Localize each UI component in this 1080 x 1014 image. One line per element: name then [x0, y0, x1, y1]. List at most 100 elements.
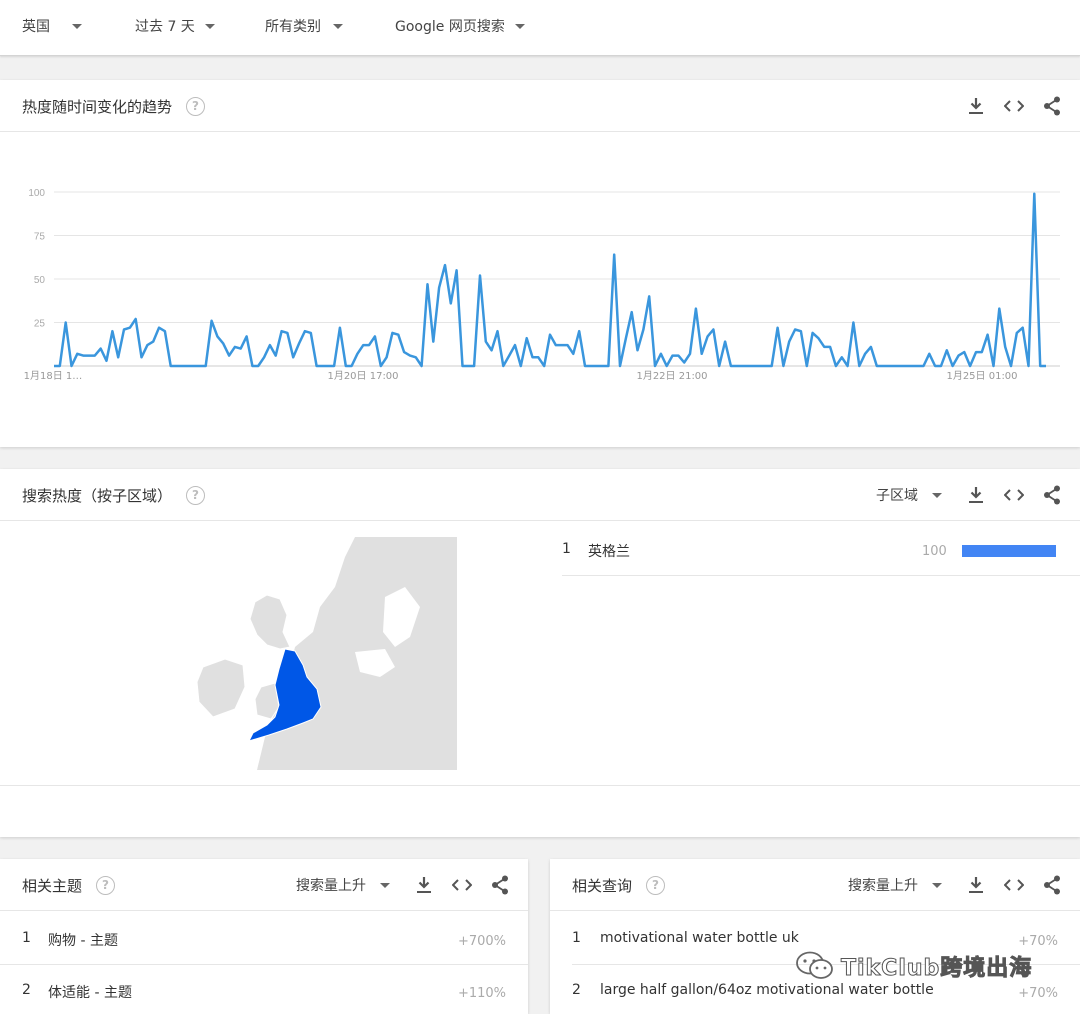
- code-icon: [1004, 100, 1024, 112]
- x-tick-label: 1月20日 17:00: [327, 370, 398, 382]
- region-value-bar: [962, 545, 1056, 557]
- time-filter-label: 过去 7 天: [135, 19, 195, 35]
- x-tick-label: 1月25日 01:00: [946, 370, 1017, 382]
- list-item[interactable]: 1 购物 - 主题 +700%: [22, 930, 506, 950]
- embed-button[interactable]: [1004, 875, 1024, 895]
- caret-down-icon: [204, 23, 215, 29]
- share-icon: [492, 875, 508, 895]
- download-icon: [417, 877, 431, 893]
- topic-name: 购物 - 主题: [48, 933, 118, 949]
- code-icon: [1004, 879, 1024, 891]
- divider: [0, 785, 1080, 786]
- divider: [562, 575, 1080, 576]
- share-button[interactable]: [1042, 96, 1062, 116]
- interest-over-time-title: 热度随时间变化的趋势: [22, 97, 173, 116]
- caret-down-icon: [333, 23, 343, 29]
- embed-button[interactable]: [1004, 96, 1024, 116]
- subregion-map: [196, 537, 457, 770]
- region-filter-label: 英国: [22, 19, 50, 35]
- wechat-icon: [796, 951, 833, 979]
- download-button[interactable]: [414, 875, 434, 895]
- ireland-region: [196, 658, 246, 718]
- x-tick-labels: 1月18日 1… 1月20日 17:00 1月22日 21:00 1月25日 01:0…: [24, 370, 1018, 382]
- share-icon: [1044, 875, 1060, 895]
- category-filter[interactable]: 所有类别: [265, 0, 343, 52]
- share-icon: [1044, 485, 1060, 505]
- related-queries-select[interactable]: 搜索量上升: [848, 875, 942, 895]
- rank-number: 1: [562, 541, 571, 557]
- help-icon[interactable]: ?: [186, 485, 206, 505]
- rank-number: 1: [22, 930, 31, 946]
- query-change: +70%: [1018, 986, 1058, 1001]
- list-item[interactable]: 2 large half gallon/64oz motivational wa…: [572, 982, 1058, 1002]
- topic-name: 体适能 - 主题: [48, 985, 132, 1001]
- related-topics-title: 相关主题: [22, 876, 83, 895]
- subregion-select-label: 子区域: [876, 488, 918, 504]
- caret-down-icon: [514, 23, 525, 29]
- search-type-filter[interactable]: Google 网页搜索: [395, 0, 525, 52]
- card-title: 搜索热度（按子区域） ?: [22, 469, 206, 521]
- download-icon: [969, 98, 983, 114]
- share-button[interactable]: [1042, 875, 1062, 895]
- card-header: 热度随时间变化的趋势 ?: [0, 80, 1080, 132]
- download-icon: [969, 487, 983, 503]
- series-line: [54, 192, 1046, 368]
- subregion-card: 搜索热度（按子区域） ? 子区域 1 英格兰 100: [0, 469, 1080, 837]
- divider: [0, 964, 528, 965]
- region-value: 100: [922, 544, 947, 559]
- related-queries-card: 相关查询 ? 搜索量上升 1 motivational water bottle…: [550, 859, 1080, 1014]
- grid-lines: [54, 191, 1060, 367]
- time-filter[interactable]: 过去 7 天: [135, 0, 215, 52]
- x-tick-label: 1月22日 21:00: [636, 370, 707, 382]
- card-tools: 搜索量上升: [296, 859, 510, 911]
- related-queries-title: 相关查询: [572, 876, 633, 895]
- code-icon: [452, 879, 472, 891]
- list-item[interactable]: 1 motivational water bottle uk +70%: [572, 930, 1058, 950]
- card-header: 相关查询 ? 搜索量上升: [550, 859, 1080, 911]
- caret-down-icon: [72, 23, 82, 29]
- card-tools: [966, 80, 1062, 132]
- filter-bar: 英国 过去 7 天 所有类别 Google 网页搜索: [0, 0, 1080, 56]
- y-tick-label: 25: [34, 319, 46, 330]
- related-topics-select[interactable]: 搜索量上升: [296, 875, 390, 895]
- y-tick-label: 100: [28, 188, 45, 199]
- topic-change: +700%: [457, 934, 506, 949]
- card-tools: 子区域: [876, 469, 1062, 521]
- share-button[interactable]: [1042, 485, 1062, 505]
- card-header: 搜索热度（按子区域） ? 子区域: [0, 469, 1080, 521]
- topic-change: +110%: [457, 986, 506, 1001]
- embed-button[interactable]: [1004, 485, 1024, 505]
- share-button[interactable]: [490, 875, 510, 895]
- help-icon[interactable]: ?: [96, 875, 116, 895]
- card-title: 相关主题 ?: [22, 859, 116, 911]
- related-queries-select-label: 搜索量上升: [848, 878, 918, 894]
- watermark: TikClub跨境出海: [795, 950, 1032, 982]
- download-button[interactable]: [966, 96, 986, 116]
- x-tick-label: 1月18日 1…: [24, 370, 83, 382]
- query-text: large half gallon/64oz motivational wate…: [600, 982, 934, 998]
- help-icon[interactable]: ?: [646, 875, 666, 895]
- list-item[interactable]: 2 体适能 - 主题 +110%: [22, 982, 506, 1002]
- caret-down-icon: [932, 492, 942, 498]
- download-button[interactable]: [966, 485, 986, 505]
- card-tools: 搜索量上升: [848, 859, 1062, 911]
- query-change: +70%: [1018, 934, 1058, 949]
- related-topics-card: 相关主题 ? 搜索量上升 1 购物 - 主题 +700% 2 体适能 - 主题: [0, 859, 528, 1014]
- caret-down-icon: [380, 882, 390, 888]
- caret-down-icon: [932, 882, 942, 888]
- subregion-title: 搜索热度（按子区域）: [22, 486, 173, 505]
- download-button[interactable]: [966, 875, 986, 895]
- region-name: 英格兰: [588, 544, 630, 560]
- y-tick-label: 50: [34, 275, 46, 286]
- category-filter-label: 所有类别: [265, 19, 321, 35]
- download-icon: [969, 877, 983, 893]
- query-text: motivational water bottle uk: [600, 930, 799, 946]
- embed-button[interactable]: [452, 875, 472, 895]
- y-tick-labels: 25 50 75 100: [28, 188, 45, 330]
- card-title: 相关查询 ?: [572, 859, 666, 911]
- subregion-select[interactable]: 子区域: [876, 485, 942, 505]
- help-icon[interactable]: ?: [186, 96, 206, 116]
- rank-number: 2: [572, 982, 581, 998]
- list-item[interactable]: 1 英格兰 100: [562, 541, 1056, 565]
- region-filter[interactable]: 英国: [22, 0, 82, 52]
